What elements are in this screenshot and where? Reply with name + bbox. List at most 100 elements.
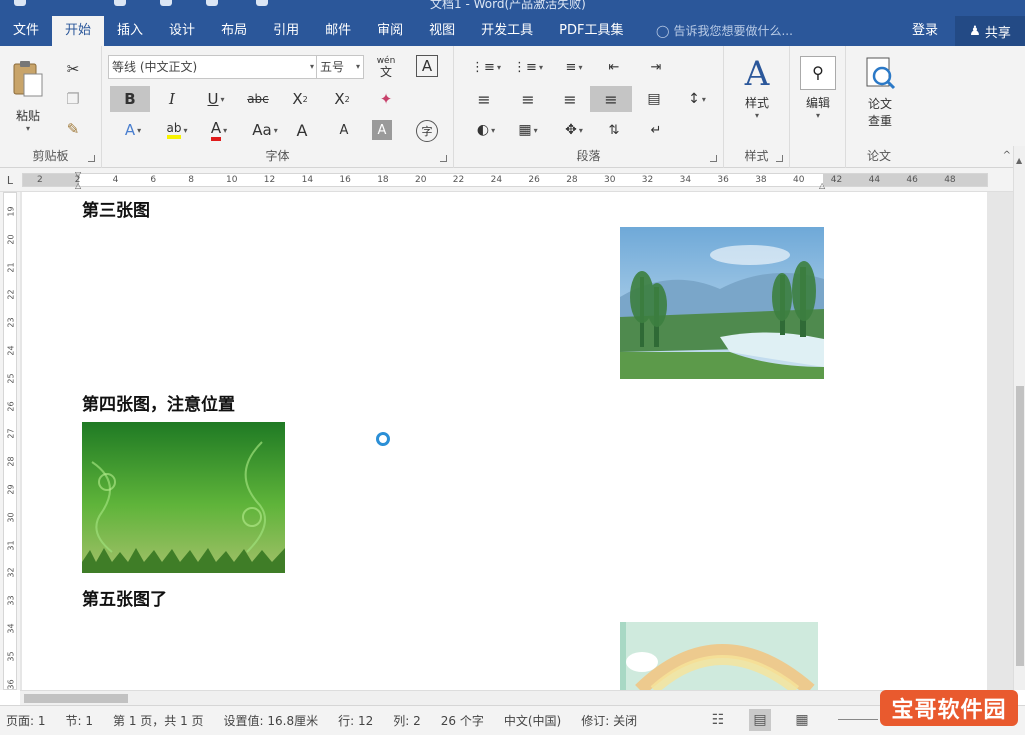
- change-case-button[interactable]: Aa ▾: [246, 117, 284, 143]
- heading-fourth-image[interactable]: 第四张图，注意位置: [82, 390, 235, 415]
- justify-icon[interactable]: ≡: [590, 86, 632, 112]
- pastel-rainbow-image[interactable]: [620, 622, 818, 690]
- enclose-characters-button[interactable]: 字: [416, 120, 438, 142]
- status-revisions[interactable]: 修订: 关闭: [581, 712, 637, 729]
- clear-formatting-icon[interactable]: ✦: [372, 86, 400, 112]
- font-family-combo[interactable]: 等线 (中文正文) ▾: [108, 55, 318, 79]
- show-marks-icon[interactable]: ↵: [642, 117, 670, 143]
- status-page[interactable]: 页面: 1: [6, 712, 46, 729]
- heading-fifth-image[interactable]: 第五张图了: [82, 585, 167, 610]
- align-right-icon[interactable]: ≡: [556, 86, 584, 112]
- sort-icon[interactable]: ⇅: [600, 117, 628, 143]
- font-launcher-icon[interactable]: [440, 155, 447, 162]
- heading-third-image[interactable]: 第三张图: [82, 196, 150, 221]
- scroll-up-icon[interactable]: ▲: [1016, 156, 1022, 165]
- multilevel-list-icon[interactable]: ≡ ▾: [558, 54, 590, 80]
- shrink-font-button[interactable]: A: [330, 117, 358, 143]
- green-swirl-image[interactable]: [82, 422, 285, 573]
- numbering-icon[interactable]: ⋮≡ ▾: [512, 54, 544, 80]
- font-color-button[interactable]: A ▾: [200, 117, 238, 143]
- tab-file[interactable]: 文件: [0, 16, 52, 46]
- document-area[interactable]: 第三张图 第四张图，注意位置 第五张图了: [20, 192, 1013, 690]
- tab-references[interactable]: 引用: [260, 16, 312, 46]
- status-position[interactable]: 设置值: 16.8厘米: [224, 712, 319, 729]
- status-section[interactable]: 节: 1: [66, 712, 94, 729]
- vertical-ruler[interactable]: 19 20 21 22 23 24 25 26 27 28 29 30 31 32 33 34 35 36: [0, 192, 20, 690]
- hanging-indent-marker[interactable]: △: [75, 181, 81, 190]
- zoom-slider[interactable]: [838, 719, 878, 720]
- styles-button[interactable]: A 样式 ▾: [732, 54, 782, 134]
- document-page[interactable]: 第三张图 第四张图，注意位置 第五张图了: [22, 192, 987, 690]
- tab-mailings[interactable]: 邮件: [312, 16, 364, 46]
- undo-icon[interactable]: [114, 0, 126, 6]
- bold-button[interactable]: B: [110, 86, 150, 112]
- text-effects-button[interactable]: A ▾: [116, 117, 150, 143]
- font-size-combo[interactable]: 五号 ▾: [316, 55, 364, 79]
- tab-insert[interactable]: 插入: [104, 16, 156, 46]
- subscript-button[interactable]: X2: [286, 86, 314, 112]
- line-spacing-icon[interactable]: ↕ ▾: [680, 86, 714, 112]
- character-border-button[interactable]: A: [416, 55, 438, 77]
- align-center-icon[interactable]: ≡: [514, 86, 542, 112]
- ruler-track[interactable]: 2 2 4 6 8 10 12 14 16 18 20 22 24 26 28 30 32 34 36 38 40 42 4…: [22, 170, 988, 190]
- editing-button[interactable]: ⚲ 编辑 ▾: [798, 56, 838, 136]
- status-line[interactable]: 行: 12: [338, 712, 373, 729]
- tab-home[interactable]: 开始: [52, 16, 105, 46]
- status-column[interactable]: 列: 2: [393, 712, 421, 729]
- login-link[interactable]: 登录: [912, 16, 938, 46]
- print-layout-icon[interactable]: ▤: [749, 709, 771, 731]
- horizontal-scrollbar[interactable]: [20, 690, 1013, 705]
- touch-mode-icon[interactable]: [206, 0, 218, 6]
- increase-indent-icon[interactable]: ⇥: [642, 54, 670, 80]
- vertical-scroll-thumb[interactable]: [1016, 386, 1024, 666]
- horizontal-ruler[interactable]: L 2 2 4 6 8 10 12 14 16 18 20 22 24 26 28 30 32 34 36 38 40 4…: [0, 168, 1025, 192]
- phonetic-guide-button[interactable]: wén 文: [372, 54, 400, 82]
- tell-me-box[interactable]: ◯ 告诉我您想要做什么...: [656, 16, 793, 46]
- tab-review[interactable]: 审阅: [364, 16, 416, 46]
- tab-view[interactable]: 视图: [416, 16, 468, 46]
- styles-launcher-icon[interactable]: [776, 155, 783, 162]
- horizontal-scroll-thumb[interactable]: [24, 694, 128, 703]
- status-language[interactable]: 中文(中国): [504, 712, 561, 729]
- clipboard-launcher-icon[interactable]: [88, 155, 95, 162]
- collapse-ribbon-icon[interactable]: ^: [1003, 150, 1011, 161]
- customize-qat-icon[interactable]: [256, 0, 268, 6]
- share-button[interactable]: ♟ 共享: [955, 16, 1025, 46]
- character-shading-button[interactable]: A: [372, 120, 392, 140]
- italic-button[interactable]: I: [158, 86, 186, 112]
- tab-design[interactable]: 设计: [156, 16, 208, 46]
- cut-icon[interactable]: ✂: [60, 56, 86, 82]
- redo-icon[interactable]: [160, 0, 172, 6]
- copy-icon[interactable]: ❐: [60, 86, 86, 112]
- distributed-icon[interactable]: ▤: [640, 86, 668, 112]
- strikethrough-button[interactable]: abc: [240, 86, 276, 112]
- tab-pdf-tools[interactable]: PDF工具集: [546, 16, 636, 46]
- highlight-button[interactable]: ab ▾: [158, 117, 196, 143]
- paste-button[interactable]: 粘贴 ▾: [8, 58, 48, 138]
- read-mode-icon[interactable]: ☷: [707, 709, 729, 731]
- decrease-indent-icon[interactable]: ⇤: [600, 54, 628, 80]
- save-icon[interactable]: [14, 0, 26, 6]
- web-layout-icon[interactable]: ▦: [791, 709, 813, 731]
- vertical-scrollbar[interactable]: ▲: [1013, 146, 1025, 690]
- first-line-indent-marker[interactable]: ▽: [75, 170, 81, 179]
- landscape-lake-image[interactable]: [620, 227, 824, 379]
- align-left-icon[interactable]: ≡: [470, 86, 498, 112]
- borders-icon[interactable]: ▦ ▾: [512, 117, 544, 143]
- shading-icon[interactable]: ◐ ▾: [470, 117, 502, 143]
- paper-check-button[interactable]: 论文 查重: [858, 56, 902, 136]
- vruler-track[interactable]: 19 20 21 22 23 24 25 26 27 28 29 30 31 32 33 34 35 36: [3, 192, 17, 690]
- tab-selector[interactable]: L: [0, 168, 20, 192]
- format-painter-icon[interactable]: ✎: [60, 116, 86, 142]
- underline-button[interactable]: U ▾: [198, 86, 234, 112]
- superscript-button[interactable]: X2: [328, 86, 356, 112]
- status-pages[interactable]: 第 1 页，共 1 页: [113, 712, 204, 729]
- right-indent-marker[interactable]: △: [819, 181, 825, 190]
- bullets-icon[interactable]: ⋮≡ ▾: [470, 54, 502, 80]
- status-words[interactable]: 26 个字: [441, 712, 484, 729]
- paragraph-launcher-icon[interactable]: [710, 155, 717, 162]
- tab-developer[interactable]: 开发工具: [468, 16, 546, 46]
- tab-layout[interactable]: 布局: [208, 16, 260, 46]
- chinese-layout-icon[interactable]: ✥ ▾: [558, 117, 590, 143]
- grow-font-button[interactable]: A: [288, 117, 316, 143]
